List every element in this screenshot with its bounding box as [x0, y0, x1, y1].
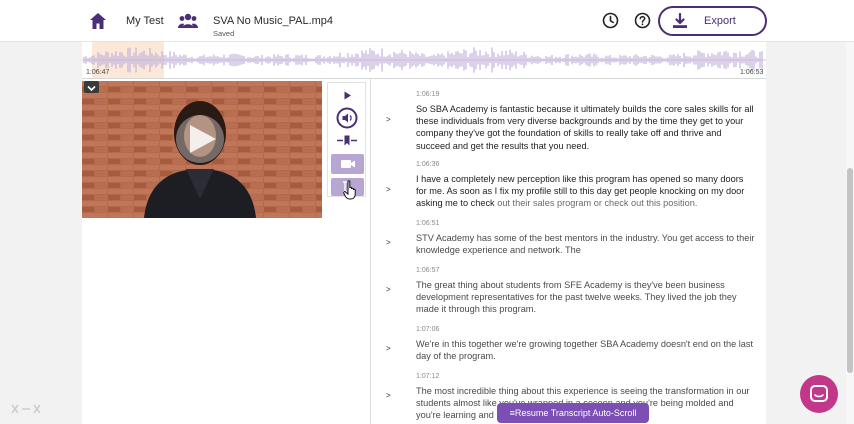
segment-timestamp: 1:06:57 [416, 267, 440, 274]
expand-caret-icon[interactable]: > [386, 238, 391, 247]
play-icon[interactable] [343, 91, 352, 100]
pointer-hand-icon [343, 180, 356, 200]
segment-text[interactable]: I have a completely new perception like … [416, 173, 756, 210]
segment-timestamp: 1:07:06 [416, 326, 440, 333]
project-title[interactable]: My Test [126, 15, 164, 27]
collapse-video-button[interactable] [84, 81, 99, 93]
segment-timestamp: 1:07:12 [416, 373, 440, 380]
chat-support-button[interactable] [800, 375, 838, 413]
audio-waveform[interactable] [82, 42, 766, 79]
waveform-end-time: 1:06:53 [740, 69, 764, 76]
users-icon[interactable] [178, 12, 198, 30]
transcript-panel[interactable]: 1:06:19 > So SBA Academy is fantastic be… [371, 79, 766, 424]
download-icon [673, 13, 687, 28]
scrollbar-thumb[interactable] [847, 168, 853, 373]
video-camera-button[interactable] [331, 154, 364, 174]
home-icon[interactable] [89, 12, 107, 30]
help-icon[interactable] [634, 12, 651, 29]
chevron-down-icon [87, 85, 96, 92]
segment-text[interactable]: The great thing about students from SFE … [416, 279, 756, 316]
bookmark-icon[interactable] [336, 135, 358, 146]
segment-text[interactable]: So SBA Academy is fantastic because it u… [416, 103, 756, 152]
page-scrollbar[interactable] [846, 42, 854, 424]
resume-autoscroll-label: Resume Transcript Auto-Scroll [514, 408, 637, 418]
segment-text[interactable]: We're in this together we're growing tog… [416, 338, 756, 362]
expand-caret-icon[interactable]: > [386, 285, 391, 294]
export-button[interactable]: Export [658, 6, 767, 36]
segment-timestamp: 1:06:51 [416, 220, 440, 227]
chat-icon [810, 385, 828, 402]
volume-icon[interactable] [336, 107, 358, 129]
expand-caret-icon[interactable]: > [386, 185, 391, 194]
video-player[interactable] [82, 81, 322, 218]
waveform-start-time: 1:06:47 [86, 69, 110, 76]
segment-text-upcoming: out their sales program or check out thi… [494, 198, 698, 209]
video-camera-icon [341, 160, 355, 168]
segment-timestamp: 1:06:36 [416, 161, 440, 168]
export-label: Export [704, 15, 736, 27]
watermark-logo [11, 404, 41, 414]
waveform-graph [82, 47, 766, 73]
resume-autoscroll-button[interactable]: ≡Resume Transcript Auto-Scroll [497, 403, 649, 423]
expand-caret-icon[interactable]: > [386, 115, 391, 124]
app-header: My Test SVA No Music_PAL.mp4 Saved Expor… [0, 0, 854, 42]
save-status: Saved [213, 29, 235, 38]
segment-timestamp: 1:06:19 [416, 91, 440, 98]
file-name[interactable]: SVA No Music_PAL.mp4 [213, 15, 333, 27]
expand-caret-icon[interactable]: > [386, 344, 391, 353]
history-icon[interactable] [602, 12, 619, 29]
video-frame [82, 81, 322, 218]
expand-caret-icon[interactable]: > [386, 391, 391, 400]
segment-text[interactable]: STV Academy has some of the best mentors… [416, 232, 756, 256]
